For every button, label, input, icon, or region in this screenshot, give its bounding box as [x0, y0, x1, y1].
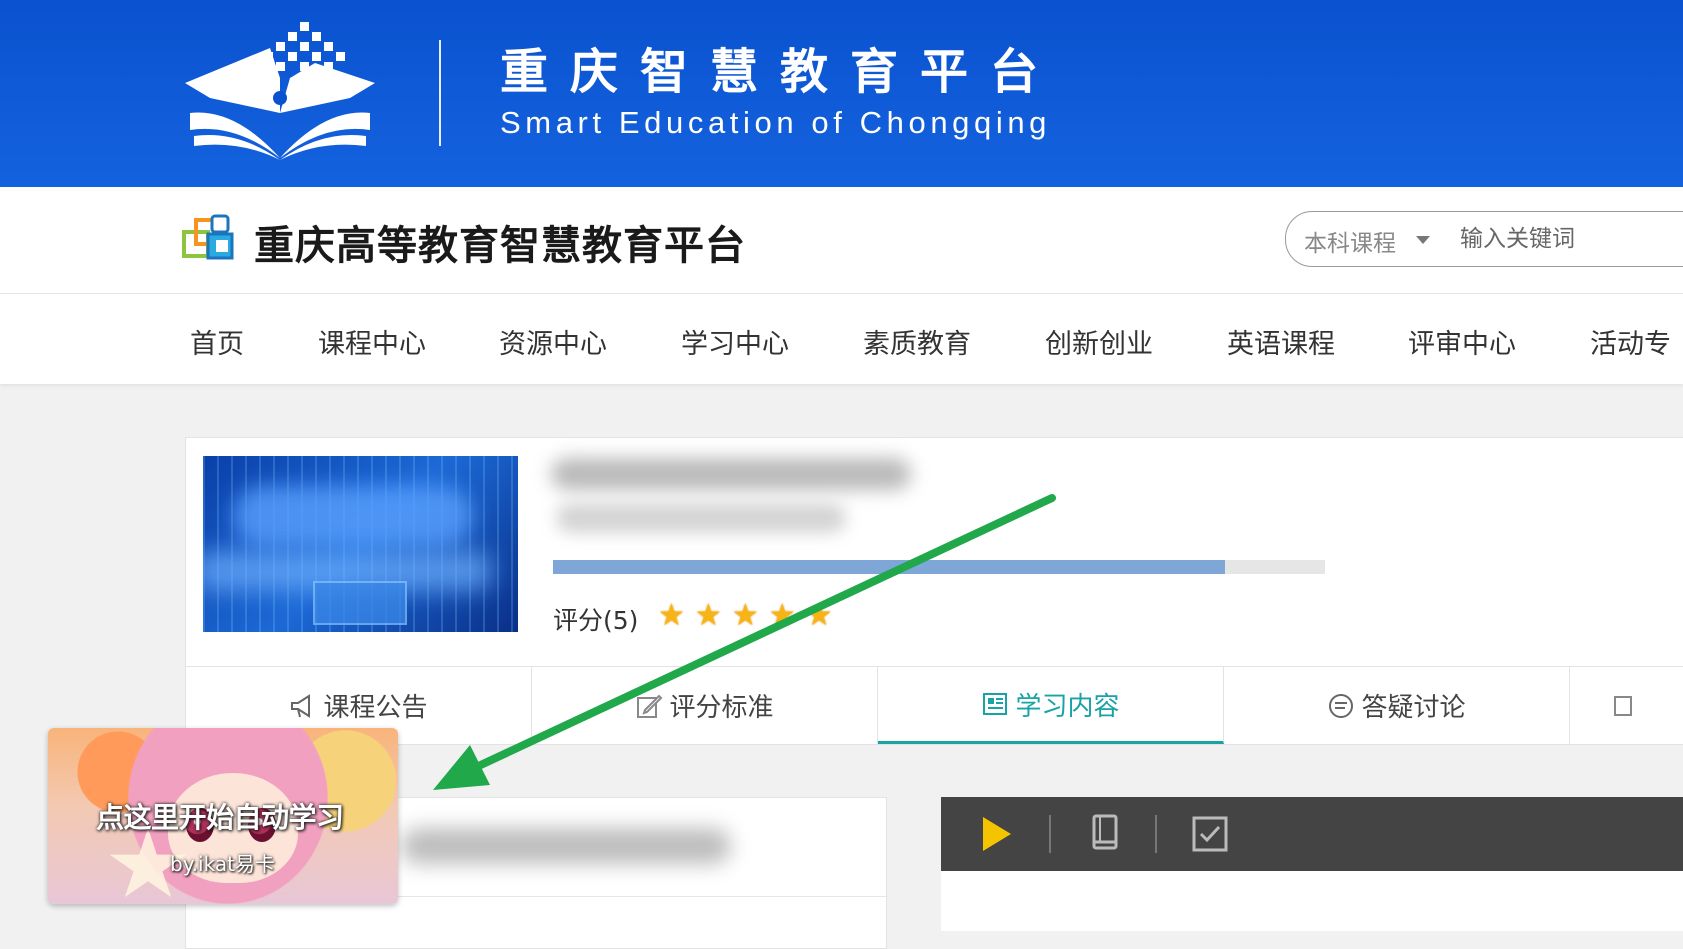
- course-cover-image[interactable]: [203, 456, 518, 632]
- main-nav: 首页 课程中心 资源中心 学习中心 素质教育 创新创业 英语课程 评审中心 活动…: [0, 294, 1683, 384]
- player-toolbar: [941, 797, 1683, 871]
- player-content-area: [941, 871, 1683, 931]
- search-input[interactable]: [1458, 220, 1683, 258]
- nav-item-courses[interactable]: 课程中心: [318, 322, 426, 361]
- auto-study-widget[interactable]: 点这里开始自动学习 by.ikat易卡: [48, 728, 398, 904]
- course-progress-fill: [553, 560, 1225, 574]
- nav-item-quality-education[interactable]: 素质教育: [863, 322, 971, 361]
- site-name[interactable]: 重庆高等教育智慧教育平台: [254, 213, 746, 271]
- toolbar-separator: [1155, 815, 1157, 853]
- star-icon: ★: [731, 598, 759, 633]
- course-title-blurred: [551, 458, 911, 490]
- nav-item-review[interactable]: 评审中心: [1408, 322, 1516, 361]
- tab-label: 答疑讨论: [1361, 693, 1466, 723]
- cover-chip: [313, 581, 407, 625]
- star-icon: ★: [805, 598, 833, 633]
- course-subtitle-blurred: [556, 503, 846, 533]
- tab-label: 评分标准: [669, 693, 774, 723]
- nav-item-activities[interactable]: 活动专: [1590, 322, 1671, 361]
- search-box: 本科课程: [1285, 211, 1683, 267]
- nav-item-learning[interactable]: 学习中心: [681, 322, 789, 361]
- megaphone-icon: [291, 693, 311, 718]
- play-icon[interactable]: [979, 815, 1015, 853]
- rating-label: 评分(5): [553, 606, 639, 635]
- banner-divider: [439, 40, 441, 146]
- rating-stars: ★ ★ ★ ★ ★: [658, 601, 833, 631]
- edit-icon: [637, 694, 663, 718]
- course-card: 评分(5) ★ ★ ★ ★ ★: [185, 437, 1683, 669]
- site-header: 重庆高等教育智慧教育平台 本科课程: [0, 187, 1683, 294]
- course-tabs: 课程公告 评分标准 学习内容 答疑讨论: [185, 666, 1683, 745]
- checkbox-icon[interactable]: [1191, 815, 1229, 853]
- tab-more[interactable]: [1570, 667, 1683, 744]
- nav-item-resources[interactable]: 资源中心: [499, 322, 607, 361]
- nav-item-innovation[interactable]: 创新创业: [1045, 322, 1153, 361]
- star-icon: ★: [658, 598, 685, 633]
- nav-item-home[interactable]: 首页: [190, 322, 244, 361]
- course-progress-bar: [553, 560, 1325, 574]
- top-banner: 重庆智慧教育平台 Smart Education of Chongqing: [0, 0, 1683, 187]
- tab-label: 学习内容: [1015, 691, 1120, 722]
- tab-learning-content[interactable]: 学习内容: [878, 667, 1224, 744]
- platform-logo-icon[interactable]: [182, 214, 244, 266]
- chapter-title-blurred[interactable]: [401, 828, 731, 864]
- tab-qa-discussion[interactable]: 答疑讨论: [1224, 667, 1570, 744]
- star-icon: ★: [694, 598, 722, 633]
- banner-title: 重庆智慧教育平台: [500, 44, 1061, 100]
- more-tab-icon: [1614, 695, 1632, 716]
- chat-icon: [1329, 693, 1354, 718]
- nav-item-english[interactable]: 英语课程: [1227, 322, 1335, 361]
- tab-label: 课程公告: [323, 693, 428, 723]
- education-book-logo-icon: [185, 22, 375, 160]
- book-icon[interactable]: [1089, 813, 1123, 853]
- star-icon: ★: [768, 598, 796, 633]
- toolbar-separator: [1049, 815, 1051, 853]
- auto-study-label[interactable]: 点这里开始自动学习: [96, 796, 344, 836]
- search-type-select[interactable]: 本科课程: [1304, 224, 1396, 258]
- caret-down-icon[interactable]: [1416, 236, 1430, 244]
- widget-credit: by.ikat易卡: [170, 852, 275, 876]
- banner-subtitle: Smart Education of Chongqing: [500, 105, 1052, 140]
- cover-blur: [233, 486, 473, 546]
- content-icon: [983, 693, 1008, 715]
- tab-grading-criteria[interactable]: 评分标准: [532, 667, 878, 744]
